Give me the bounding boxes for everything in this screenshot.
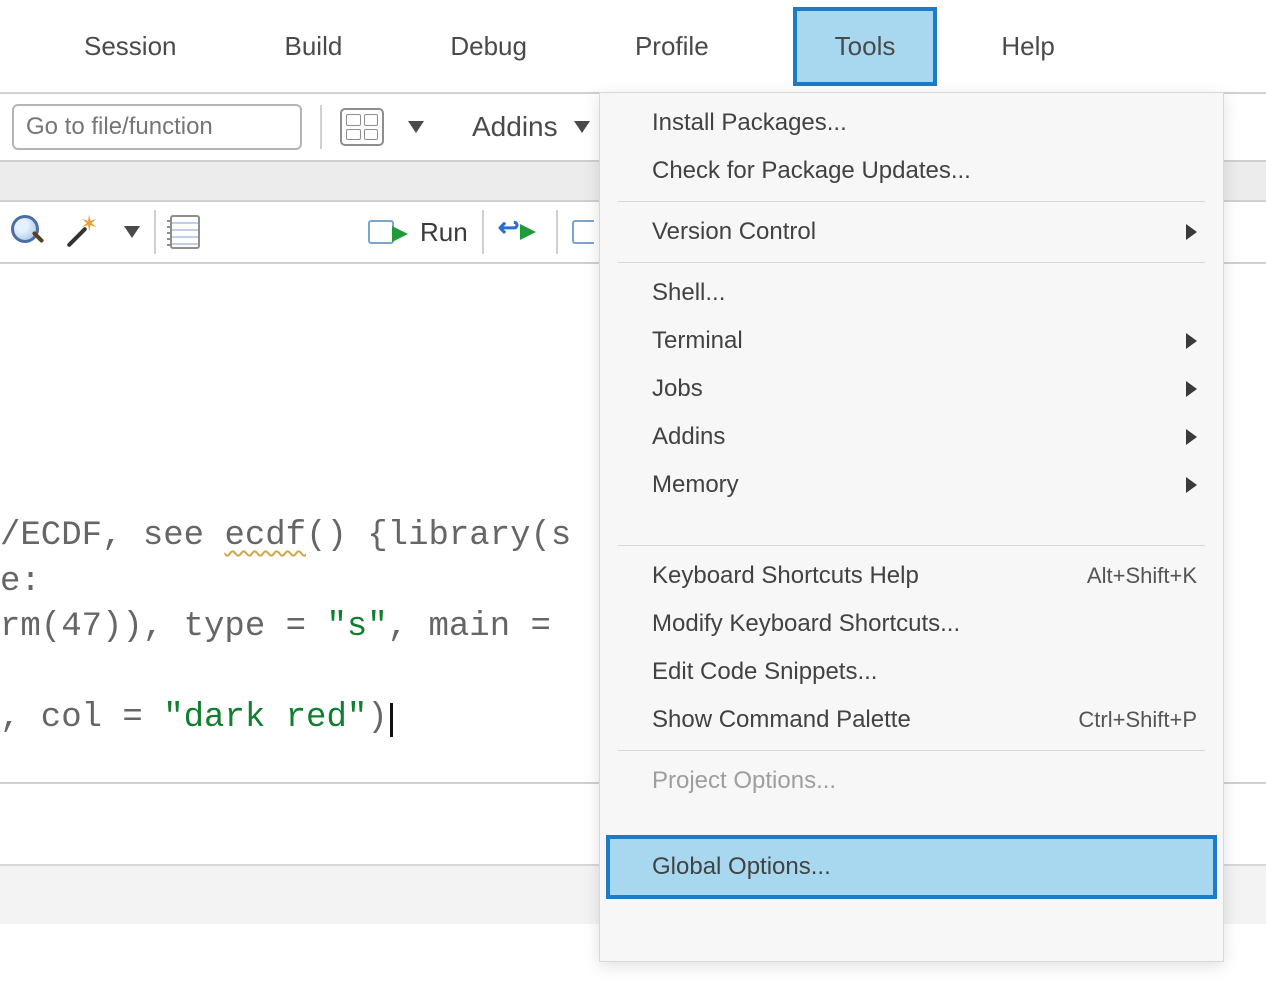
pane-layout-icon[interactable] [340, 108, 384, 146]
tools-addins[interactable]: Addins [600, 413, 1223, 461]
menu-help[interactable]: Help [977, 19, 1078, 74]
chevron-down-icon[interactable] [408, 121, 424, 133]
tools-install-packages[interactable]: Install Packages... [600, 99, 1223, 147]
chevron-right-icon [1186, 429, 1197, 445]
source-icon[interactable] [572, 220, 594, 244]
menu-profile[interactable]: Profile [611, 19, 733, 74]
tools-edit-code-snippets[interactable]: Edit Code Snippets... [600, 648, 1223, 696]
code-text: ecdf [224, 517, 306, 555]
menu-item-label: Jobs [652, 375, 703, 403]
chevron-right-icon [1186, 477, 1197, 493]
separator [556, 210, 558, 254]
menu-item-label: Modify Keyboard Shortcuts... [652, 610, 960, 638]
menu-item-label: Show Command Palette [652, 706, 911, 734]
addins-dropdown[interactable]: Addins [472, 111, 590, 143]
tools-shell[interactable]: Shell... [600, 269, 1223, 317]
menu-item-label: Edit Code Snippets... [652, 658, 877, 686]
separator [482, 210, 484, 254]
chevron-down-icon[interactable] [124, 226, 140, 238]
chevron-right-icon [1186, 224, 1197, 240]
menu-item-label: Memory [652, 471, 739, 499]
tools-show-command-palette[interactable]: Show Command Palette Ctrl+Shift+P [600, 696, 1223, 744]
menu-item-label: Keyboard Shortcuts Help [652, 562, 919, 590]
menu-item-shortcut: Ctrl+Shift+P [1078, 707, 1197, 733]
menu-debug[interactable]: Debug [426, 19, 551, 74]
menu-item-shortcut: Alt+Shift+K [1087, 563, 1197, 589]
code-text: , col = [0, 699, 163, 737]
code-string: "dark red" [163, 699, 367, 737]
tools-modify-keyboard-shortcuts[interactable]: Modify Keyboard Shortcuts... [600, 600, 1223, 648]
menu-separator [618, 750, 1205, 751]
menu-tools[interactable]: Tools [793, 7, 938, 86]
compile-report-icon[interactable] [170, 215, 200, 249]
code-tools-icon[interactable] [60, 215, 104, 249]
code-text: , main = [388, 608, 572, 646]
rerun-icon[interactable] [498, 218, 542, 246]
menu-item-label: Global Options... [652, 853, 831, 881]
menu-item-label: Terminal [652, 327, 743, 355]
menu-item-label: Install Packages... [652, 109, 847, 137]
code-text: e: [0, 563, 41, 601]
code-text: ) [367, 699, 387, 737]
separator [320, 105, 322, 149]
menu-item-label: Project Options... [652, 767, 836, 795]
run-icon [368, 220, 394, 244]
text-cursor [390, 703, 393, 737]
addins-label: Addins [472, 111, 558, 143]
tools-keyboard-shortcuts-help[interactable]: Keyboard Shortcuts Help Alt+Shift+K [600, 552, 1223, 600]
tools-check-updates[interactable]: Check for Package Updates... [600, 147, 1223, 195]
tools-terminal[interactable]: Terminal [600, 317, 1223, 365]
code-text: rm(47)), type = [0, 608, 326, 646]
menu-session[interactable]: Session [60, 19, 201, 74]
menu-separator [618, 201, 1205, 202]
chevron-right-icon [1186, 333, 1197, 349]
menu-item-label: Shell... [652, 279, 725, 307]
menu-separator [618, 262, 1205, 263]
tools-version-control[interactable]: Version Control [600, 208, 1223, 256]
menu-separator [618, 545, 1205, 546]
tools-jobs[interactable]: Jobs [600, 365, 1223, 413]
code-text: () {library(s [306, 517, 571, 555]
code-text: /ECDF, see [0, 517, 224, 555]
tools-dropdown-menu: Install Packages... Check for Package Up… [599, 92, 1224, 962]
code-string: "s" [326, 608, 387, 646]
tools-project-options: Project Options... [600, 757, 1223, 805]
menu-item-label: Addins [652, 423, 725, 451]
tools-global-options[interactable]: Global Options... [606, 835, 1217, 899]
chevron-down-icon [574, 121, 590, 133]
menu-build[interactable]: Build [261, 19, 367, 74]
menu-item-label: Version Control [652, 218, 816, 246]
run-button[interactable]: Run [368, 217, 468, 248]
tools-memory[interactable]: Memory [600, 461, 1223, 509]
chevron-right-icon [1186, 381, 1197, 397]
run-label: Run [420, 217, 468, 248]
find-icon[interactable] [10, 214, 46, 250]
goto-file-input[interactable] [12, 104, 302, 150]
main-menu-bar: Session Build Debug Profile Tools Help [0, 0, 1266, 92]
separator [154, 210, 156, 254]
menu-item-label: Check for Package Updates... [652, 157, 971, 185]
